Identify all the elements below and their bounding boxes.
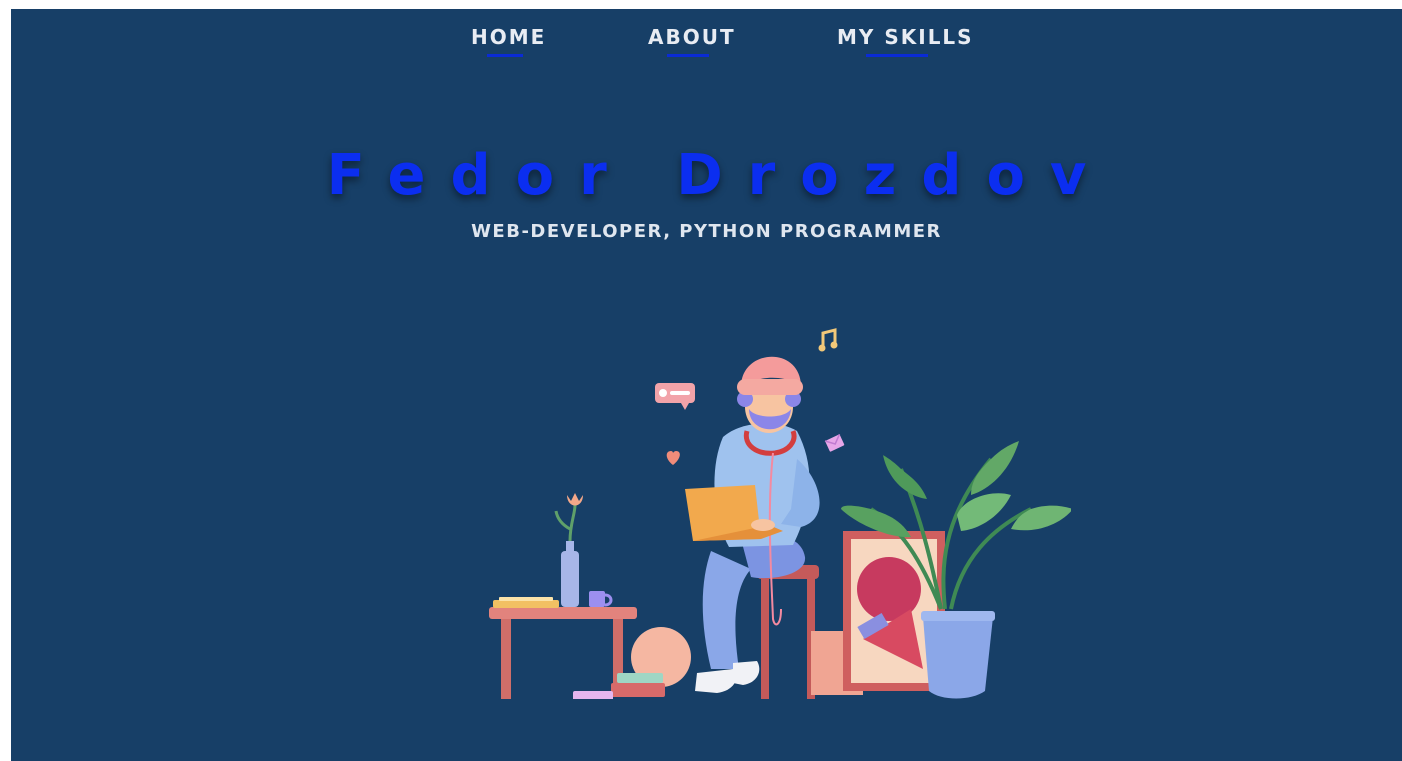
side-table: [489, 493, 637, 699]
floor-books: [573, 673, 665, 699]
developer-person: [685, 356, 820, 693]
top-nav: HOME ABOUT MY SKILLS: [11, 25, 1402, 69]
heart-icon: [666, 451, 680, 465]
page: HOME ABOUT MY SKILLS Fedor Drozdov WEB-D…: [11, 9, 1402, 761]
envelope-icon: [824, 433, 845, 452]
nav-about-link[interactable]: ABOUT: [648, 25, 736, 57]
developer-illustration: [489, 328, 1071, 699]
nav-about-underline: [667, 54, 709, 57]
nav-skills-underline: [866, 54, 928, 57]
nav-home-link[interactable]: HOME: [471, 25, 547, 57]
chat-bubble-icon: [655, 383, 695, 410]
music-note-icon: [818, 328, 838, 352]
nav-skills-link[interactable]: MY SKILLS: [837, 25, 974, 57]
nav-about-label: ABOUT: [648, 25, 736, 49]
nav-home-label: HOME: [471, 25, 547, 49]
nav-skills-label: MY SKILLS: [837, 25, 974, 49]
hero-name: Fedor Drozdov: [326, 143, 1112, 208]
nav-home-underline: [487, 54, 523, 57]
hero-subtitle: WEB-DEVELOPER, PYTHON PROGRAMMER: [471, 221, 942, 242]
stool: [757, 565, 819, 699]
